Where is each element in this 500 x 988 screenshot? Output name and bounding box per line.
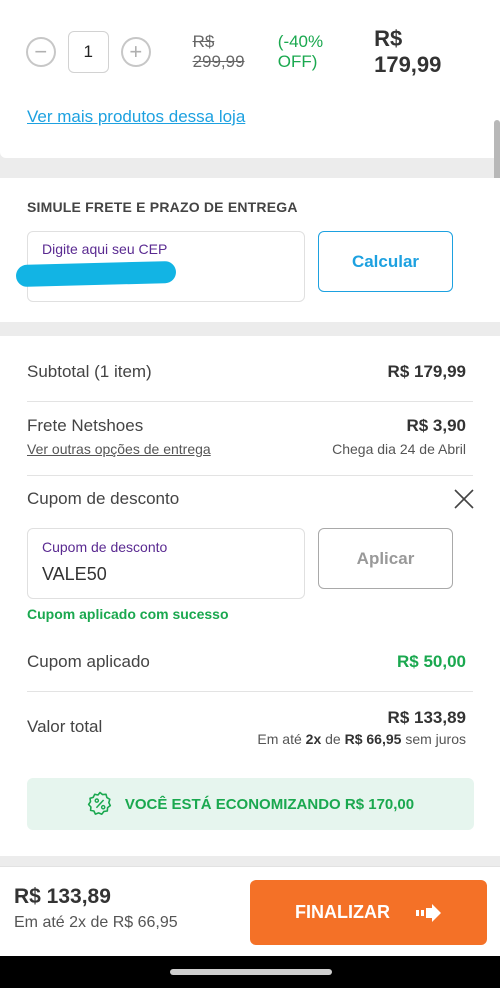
installments-mid: de bbox=[325, 731, 341, 747]
system-navigation-bar bbox=[0, 956, 500, 988]
quantity-price-row: − 1 + R$ 299,99 (-40% OFF) R$ 179,99 bbox=[26, 26, 474, 77]
discount-badge: (-40% OFF) bbox=[277, 32, 324, 71]
applied-coupon-row: Cupom aplicado R$ 50,00 bbox=[27, 652, 466, 672]
divider bbox=[27, 691, 473, 692]
quantity-input[interactable]: 1 bbox=[67, 31, 109, 73]
subtotal-value: R$ 179,99 bbox=[387, 362, 466, 381]
finalize-button[interactable]: FINALIZAR bbox=[250, 880, 487, 945]
installments-prefix: Em até bbox=[257, 731, 302, 747]
savings-banner: VOCÊ ESTÁ ECONOMIZANDO R$ 170,00 bbox=[27, 778, 474, 830]
decrease-quantity-button[interactable]: − bbox=[26, 37, 56, 67]
coupon-input[interactable]: Cupom de desconto VALE50 bbox=[27, 528, 305, 599]
discount-percent-icon bbox=[87, 791, 111, 815]
shipping-label: Frete Netshoes bbox=[27, 416, 144, 435]
savings-text: VOCÊ ESTÁ ECONOMIZANDO R$ 170,00 bbox=[124, 795, 415, 813]
more-products-link[interactable]: Ver mais produtos dessa loja bbox=[27, 107, 245, 127]
cep-input[interactable]: Digite aqui seu CEP bbox=[15, 231, 305, 302]
redaction-mark bbox=[15, 260, 177, 288]
coupon-header-row: Cupom de desconto bbox=[27, 489, 466, 509]
plus-icon: + bbox=[129, 39, 143, 64]
total-label: Valor total bbox=[27, 717, 103, 736]
calculate-shipping-button[interactable]: Calcular bbox=[318, 231, 453, 292]
applied-coupon-value: R$ 50,00 bbox=[397, 652, 466, 671]
minus-icon: − bbox=[34, 39, 48, 64]
divider bbox=[27, 401, 473, 402]
installments-suffix: sem juros bbox=[405, 731, 466, 747]
shipping-row: Frete Netshoes R$ 3,90 bbox=[27, 416, 466, 436]
coupon-input-value: VALE50 bbox=[42, 564, 107, 584]
cep-input-label: Digite aqui seu CEP bbox=[42, 241, 168, 257]
home-gesture-handle[interactable] bbox=[170, 969, 332, 975]
divider bbox=[27, 475, 473, 476]
apply-coupon-button[interactable]: Aplicar bbox=[318, 528, 453, 589]
shipping-value: R$ 3,90 bbox=[406, 416, 466, 435]
bottom-installments: Em até 2x de R$ 66,95 bbox=[14, 914, 178, 931]
arrow-right-icon bbox=[415, 903, 441, 922]
coupon-input-label: Cupom de desconto bbox=[42, 539, 168, 555]
total-value: R$ 133,89 bbox=[387, 708, 466, 727]
product-card bbox=[0, 0, 500, 158]
applied-coupon-label: Cupom aplicado bbox=[27, 652, 150, 671]
total-installments: Em até 2x de R$ 66,95 sem juros bbox=[257, 731, 466, 747]
shipping-options-link[interactable]: Ver outras opções de entrega bbox=[27, 441, 211, 457]
delivery-estimate: Chega dia 24 de Abril bbox=[332, 441, 466, 457]
installments-count: 2x bbox=[305, 731, 322, 747]
subtotal-label: Subtotal (1 item) bbox=[27, 362, 152, 381]
installments-amount: R$ 66,95 bbox=[344, 731, 402, 747]
bottom-total: R$ 133,89 bbox=[14, 885, 111, 908]
close-icon[interactable] bbox=[452, 487, 476, 511]
increase-quantity-button[interactable]: + bbox=[120, 37, 151, 67]
coupon-success-message: Cupom aplicado com sucesso bbox=[27, 606, 229, 622]
checkout-bottom-bar: R$ 133,89 Em até 2x de R$ 66,95 FINALIZA… bbox=[0, 866, 500, 956]
original-price: R$ 299,99 bbox=[192, 32, 245, 71]
shipping-simulator-title: SIMULE FRETE E PRAZO DE ENTREGA bbox=[27, 199, 298, 215]
coupon-section-label: Cupom de desconto bbox=[27, 489, 180, 508]
finalize-button-label: FINALIZAR bbox=[295, 902, 390, 922]
current-price: R$ 179,99 bbox=[374, 26, 442, 77]
subtotal-row: Subtotal (1 item) R$ 179,99 bbox=[27, 362, 466, 382]
